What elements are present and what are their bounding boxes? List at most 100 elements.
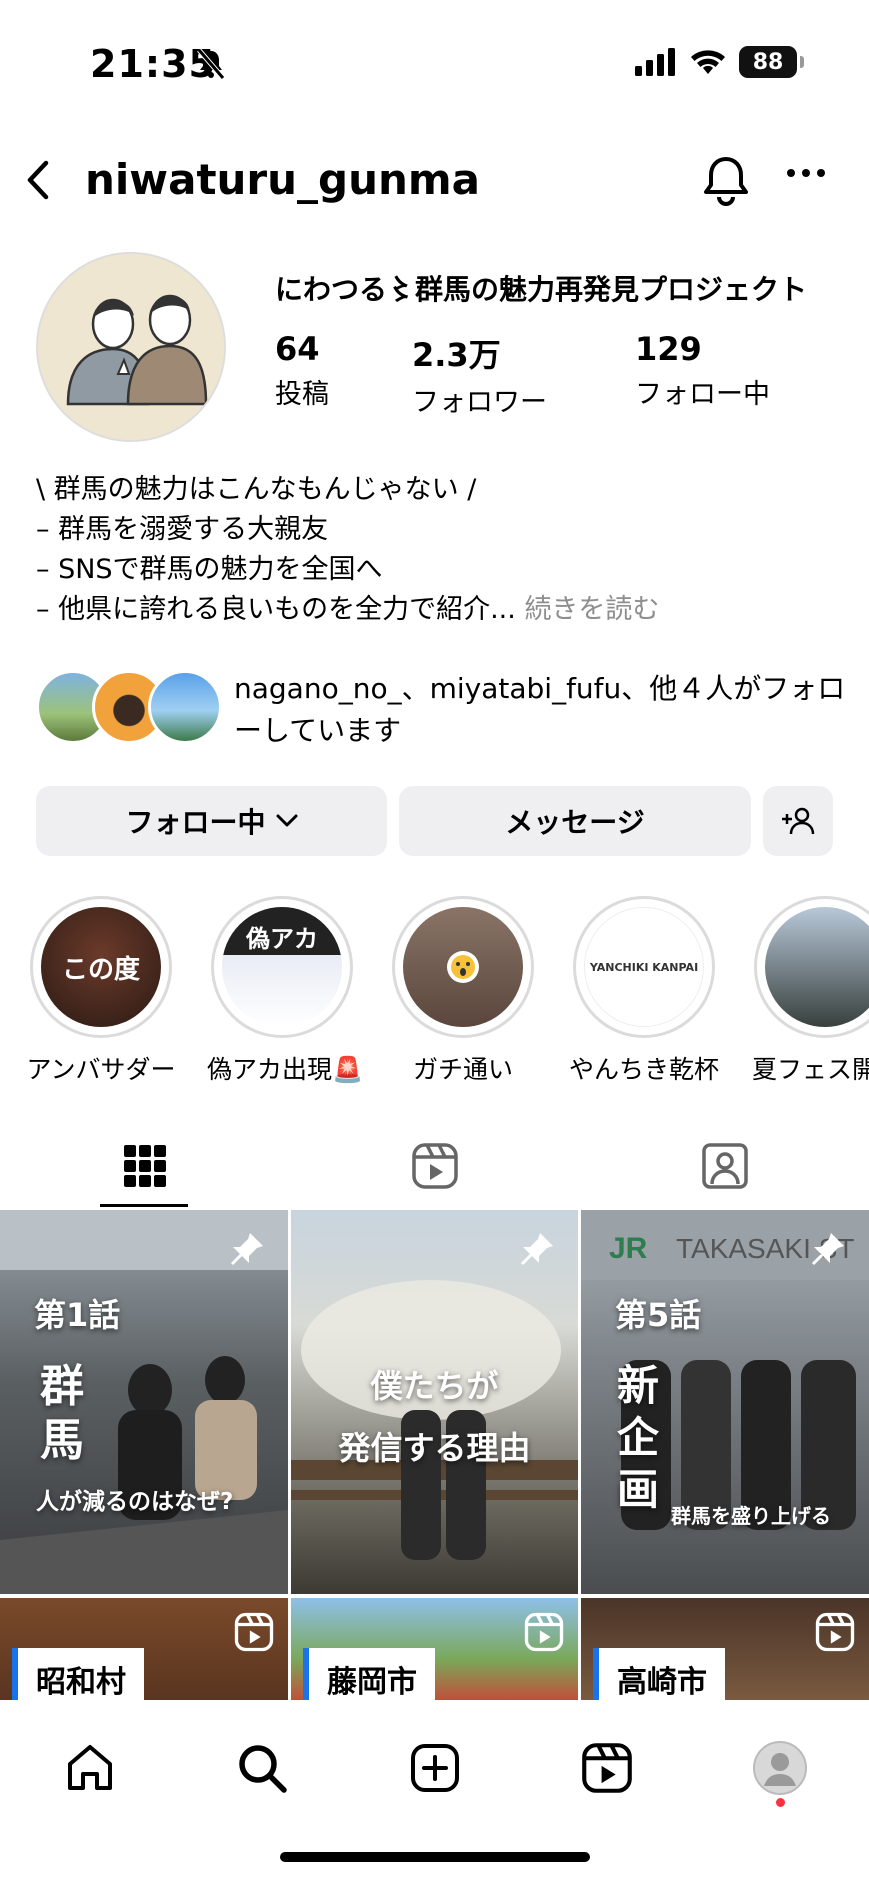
bio-read-more-link[interactable]: 続きを読む bbox=[524, 594, 659, 625]
highlight-fake-account[interactable]: 偽アカ 偽アカ出現🚨 bbox=[207, 896, 364, 1086]
story-highlights: この度 アンバサダー 偽アカ 偽アカ出現🚨 ガチ通い YANCHIKI KANP… bbox=[0, 896, 869, 1086]
post-tile[interactable]: JR TAKASAKI ST 第5話 新 企 画 群馬を盛り上げる bbox=[581, 1210, 869, 1594]
tagged-person-icon bbox=[702, 1143, 748, 1189]
following-stat[interactable]: 129 フォロー中 bbox=[635, 330, 770, 411]
notification-bell-icon[interactable] bbox=[700, 153, 752, 209]
highlight-ring bbox=[392, 896, 534, 1038]
highlight-cover: この度 bbox=[41, 907, 161, 1027]
status-bar: 21:35 88 bbox=[0, 0, 869, 120]
profile-stats: 64 投稿 2.3万 フォロワー 129 フォロー中 bbox=[275, 330, 835, 418]
highlight-ring: この度 bbox=[30, 896, 172, 1038]
mutual-followers-text: nagano_no_、miyatabi_fufu、他４人がフォローしています bbox=[234, 672, 846, 747]
post-title: 僕たちが 発信する理由 bbox=[338, 1367, 531, 1467]
add-person-icon bbox=[782, 807, 815, 835]
profile-actions: フォロー中 メッセージ bbox=[36, 786, 833, 856]
nav-search[interactable] bbox=[222, 1728, 302, 1808]
reel-place-label: 高崎市 bbox=[593, 1648, 725, 1700]
silent-bell-icon bbox=[197, 48, 225, 80]
highlight-label: 偽アカ出現🚨 bbox=[207, 1055, 364, 1084]
reel-place-label: 昭和村 bbox=[12, 1648, 144, 1700]
highlight-cover bbox=[765, 907, 869, 1027]
highlight-cover: 偽アカ bbox=[222, 907, 342, 1027]
highlight-summer-fes[interactable]: 夏フェス開 bbox=[750, 896, 869, 1086]
reel-tile[interactable]: 昭和村 bbox=[0, 1598, 288, 1700]
following-button[interactable]: フォロー中 bbox=[36, 786, 387, 856]
tab-tagged[interactable] bbox=[580, 1125, 869, 1207]
avatar-illustration bbox=[38, 254, 224, 440]
bottom-navigation bbox=[0, 1700, 869, 1884]
followers-stat[interactable]: 2.3万 フォロワー bbox=[412, 330, 547, 419]
reel-tile[interactable]: 高崎市 bbox=[581, 1598, 869, 1700]
reel-icon bbox=[234, 1612, 274, 1652]
tab-posts-grid[interactable] bbox=[0, 1125, 290, 1207]
highlight-cover bbox=[403, 907, 523, 1027]
reels-icon bbox=[582, 1743, 632, 1793]
profile-display-name: にわつる〻群馬の魅力再発見プロジェクト bbox=[275, 273, 808, 306]
highlight-regular-visits[interactable]: ガチ通い bbox=[388, 896, 538, 1086]
followers-count: 2.3万 bbox=[412, 336, 501, 374]
post-tile[interactable]: 第1話 群 馬 人が減るのはなぜ? bbox=[0, 1210, 288, 1594]
post-title: 新 企 画 bbox=[617, 1361, 660, 1514]
posts-grid: 第1話 群 馬 人が減るのはなぜ? 僕たちが 発信する理由 JR TAKASAK… bbox=[0, 1210, 869, 1700]
suggested-users-button[interactable] bbox=[763, 786, 833, 856]
posts-label: 投稿 bbox=[275, 379, 329, 410]
post-episode-label: 第5話 bbox=[615, 1296, 702, 1334]
following-count: 129 bbox=[635, 330, 702, 368]
highlight-yanchiki-toast[interactable]: YANCHIKI KANPAI やんちき乾杯 bbox=[569, 896, 719, 1086]
post-subtitle: 群馬を盛り上げる bbox=[671, 1504, 831, 1528]
nav-home[interactable] bbox=[50, 1728, 130, 1808]
pin-icon bbox=[811, 1233, 844, 1266]
active-tab-indicator bbox=[100, 1204, 188, 1207]
message-button-label: メッセージ bbox=[505, 806, 645, 839]
followers-label: フォロワー bbox=[412, 387, 547, 418]
mutual-follower-avatars bbox=[36, 670, 226, 746]
battery-indicator: 88 bbox=[739, 46, 804, 78]
bio-line-text: – 他県に誇れる良いものを全力で紹介... bbox=[36, 594, 516, 625]
chevron-down-icon bbox=[276, 814, 297, 827]
highlight-ring bbox=[754, 896, 869, 1038]
reel-place-label: 藤岡市 bbox=[303, 1648, 435, 1700]
post-subtitle: 人が減るのはなぜ? bbox=[36, 1489, 234, 1515]
reels-icon bbox=[412, 1143, 458, 1189]
reel-icon bbox=[524, 1612, 564, 1652]
profile-avatar-icon bbox=[753, 1741, 807, 1795]
profile-avatar[interactable] bbox=[36, 252, 226, 442]
reel-tile[interactable]: 藤岡市 bbox=[291, 1598, 578, 1700]
cellular-signal-icon bbox=[635, 48, 675, 76]
pin-icon bbox=[230, 1233, 263, 1266]
post-tile[interactable]: 僕たちが 発信する理由 bbox=[291, 1210, 578, 1594]
nav-profile[interactable] bbox=[740, 1728, 820, 1808]
add-post-icon bbox=[411, 1744, 459, 1792]
status-indicators: 88 bbox=[635, 46, 804, 78]
home-icon bbox=[68, 1745, 112, 1790]
highlight-label: やんちき乾杯 bbox=[569, 1055, 720, 1084]
profile-username: niwaturu_gunma bbox=[85, 155, 481, 204]
search-icon bbox=[239, 1745, 287, 1793]
profile-notification-dot bbox=[776, 1798, 785, 1807]
mutual-followers[interactable]: nagano_no_、miyatabi_fufu、他４人がフォローしています bbox=[36, 668, 846, 750]
posts-count: 64 bbox=[275, 330, 320, 368]
more-options-icon[interactable] bbox=[786, 167, 826, 179]
highlight-ambassador[interactable]: この度 アンバサダー bbox=[26, 896, 176, 1086]
highlight-ring: YANCHIKI KANPAI bbox=[573, 896, 715, 1038]
message-button[interactable]: メッセージ bbox=[399, 786, 751, 856]
highlight-label: アンバサダー bbox=[26, 1055, 176, 1084]
home-indicator bbox=[280, 1852, 590, 1862]
back-icon[interactable] bbox=[18, 155, 58, 205]
post-title: 群 馬 bbox=[40, 1361, 84, 1466]
profile-bio: \ 群馬の魅力はこんなもんじゃない / – 群馬を溺愛する大親友 – SNSで群… bbox=[36, 470, 836, 630]
nav-create[interactable] bbox=[395, 1728, 475, 1808]
bio-line: – SNSで群馬の魅力を全国へ bbox=[36, 554, 383, 585]
bio-line: – 他県に誇れる良いものを全力で紹介... 続きを読む bbox=[36, 590, 836, 630]
nav-reels[interactable] bbox=[567, 1728, 647, 1808]
profile-header: niwaturu_gunma bbox=[0, 145, 869, 215]
tab-reels[interactable] bbox=[290, 1125, 580, 1207]
highlight-ring: 偽アカ bbox=[211, 896, 353, 1038]
following-label: フォロー中 bbox=[635, 379, 770, 410]
highlight-label: ガチ通い bbox=[412, 1055, 513, 1084]
svg-text:JR: JR bbox=[609, 1232, 648, 1265]
post-episode-label: 第1話 bbox=[34, 1296, 121, 1334]
bio-line: \ 群馬の魅力はこんなもんじゃない / bbox=[36, 474, 477, 505]
reel-icon bbox=[815, 1612, 855, 1652]
posts-stat[interactable]: 64 投稿 bbox=[275, 330, 329, 411]
